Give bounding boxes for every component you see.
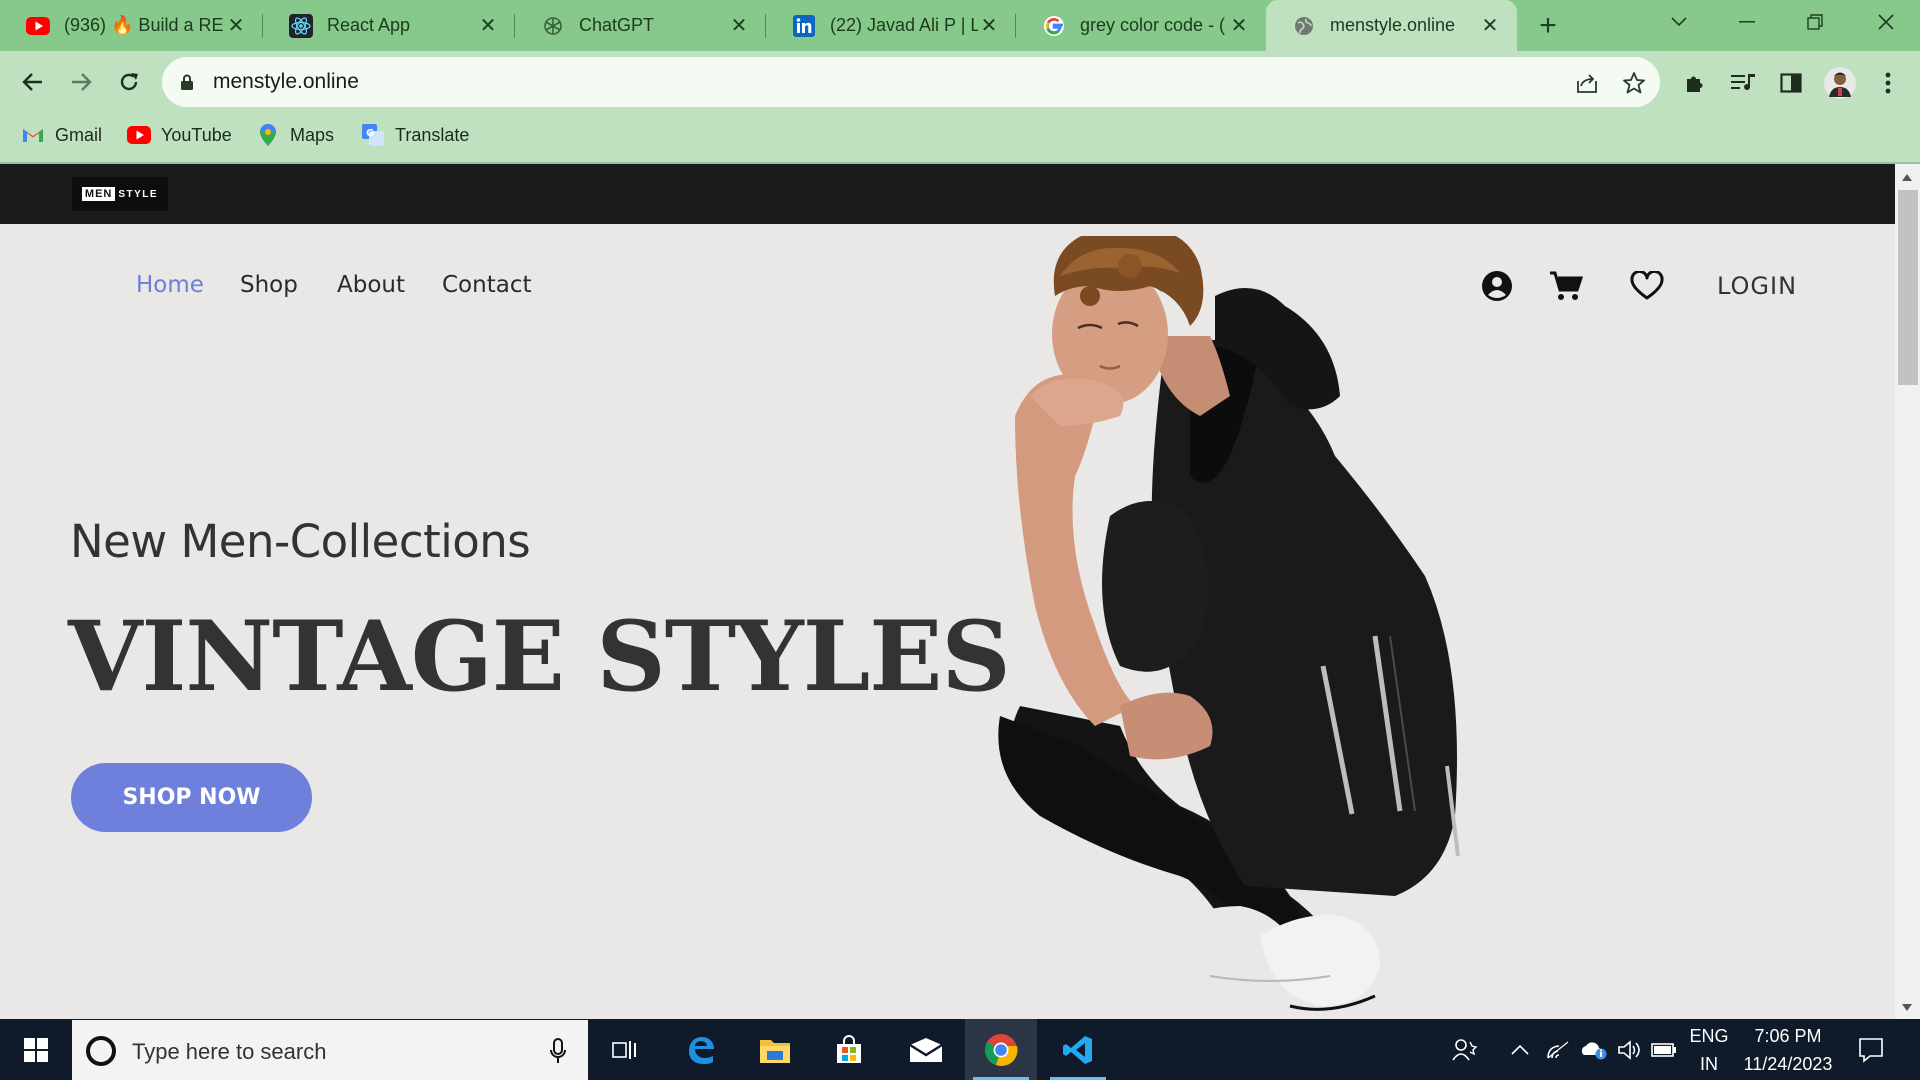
youtube-icon: [26, 14, 50, 38]
globe-icon: [1292, 14, 1316, 38]
new-tab-button[interactable]: +: [1530, 9, 1566, 43]
heart-icon[interactable]: [1627, 266, 1667, 306]
address-bar[interactable]: [162, 57, 1660, 107]
scroll-down-icon[interactable]: [1899, 1000, 1915, 1014]
microsoft-store-icon[interactable]: [813, 1019, 885, 1080]
lock-icon[interactable]: [180, 74, 194, 96]
menu-kebab-icon[interactable]: [1873, 68, 1903, 98]
forward-button[interactable]: [61, 62, 101, 102]
volume-icon[interactable]: [1616, 1036, 1644, 1064]
youtube-icon: [127, 123, 151, 147]
tab-menstyle[interactable]: menstyle.online ✕: [1266, 0, 1517, 51]
share-icon[interactable]: [1574, 70, 1600, 96]
restore-icon[interactable]: [1781, 0, 1849, 44]
login-link[interactable]: LOGIN: [1717, 272, 1797, 300]
translate-icon: G: [361, 123, 385, 147]
hero-subtitle: New Men-Collections: [70, 515, 531, 568]
notification-center-icon[interactable]: [1856, 1035, 1886, 1065]
chatgpt-icon: [541, 14, 565, 38]
taskbar-search-placeholder[interactable]: Type here to search: [132, 1039, 326, 1065]
bookmark-label: Gmail: [55, 124, 103, 145]
cortana-icon: [86, 1036, 116, 1066]
extensions-icon[interactable]: [1680, 68, 1710, 98]
reload-button[interactable]: [109, 62, 149, 102]
close-tab-icon[interactable]: ✕: [728, 15, 750, 37]
battery-icon[interactable]: [1650, 1036, 1678, 1064]
tab-linkedin[interactable]: (22) Javad Ali P | Li ✕: [766, 0, 1016, 51]
bookmark-gmail[interactable]: Gmail: [21, 121, 102, 149]
people-icon[interactable]: [1451, 1036, 1479, 1064]
bookmark-label: Maps: [290, 124, 335, 145]
wifi-icon[interactable]: [1544, 1036, 1572, 1064]
scrollbar-thumb[interactable]: [1898, 190, 1918, 385]
vscode-icon[interactable]: [1042, 1019, 1114, 1080]
close-tab-icon[interactable]: ✕: [477, 15, 499, 37]
bookmark-label: YouTube: [161, 124, 232, 145]
scroll-up-icon[interactable]: [1899, 170, 1915, 184]
file-explorer-icon[interactable]: [739, 1019, 811, 1080]
close-tab-icon[interactable]: ✕: [1479, 15, 1501, 37]
close-tab-icon[interactable]: ✕: [225, 15, 247, 37]
clock-date[interactable]: 11/24/2023: [1736, 1054, 1840, 1075]
google-icon: [1042, 14, 1066, 38]
tab-title: (936) 🔥 Build a RE: [64, 15, 224, 35]
media-control-icon[interactable]: [1728, 68, 1758, 98]
bookmark-star-icon[interactable]: [1621, 70, 1647, 96]
back-button[interactable]: [13, 62, 53, 102]
tab-title: React App: [327, 15, 411, 35]
language-indicator-top[interactable]: ENG: [1688, 1026, 1730, 1047]
logo-men-text: MEN: [81, 187, 116, 201]
tab-react-app[interactable]: React App ✕: [263, 0, 515, 51]
tab-title: grey color code - (: [1080, 15, 1226, 35]
microphone-icon[interactable]: [546, 1036, 570, 1066]
maps-icon: [256, 123, 280, 147]
profile-avatar[interactable]: [1823, 66, 1857, 100]
svg-text:G: G: [366, 128, 374, 139]
tab-search-icon[interactable]: [1645, 0, 1713, 44]
close-window-icon[interactable]: [1852, 0, 1920, 44]
site-logo[interactable]: MEN STYLE: [72, 177, 168, 211]
show-hidden-icons-chevron-icon[interactable]: [1506, 1036, 1534, 1064]
mail-icon[interactable]: [890, 1019, 962, 1080]
tab-chatgpt[interactable]: ChatGPT ✕: [515, 0, 766, 51]
nav-about[interactable]: About: [337, 272, 405, 298]
tab-title: menstyle.online: [1330, 15, 1456, 35]
bookmark-translate[interactable]: G Translate: [361, 121, 469, 149]
side-panel-icon[interactable]: [1776, 68, 1806, 98]
clock-time[interactable]: 7:06 PM: [1740, 1026, 1836, 1047]
nav-contact[interactable]: Contact: [442, 272, 531, 298]
language-indicator-bottom[interactable]: IN: [1688, 1054, 1730, 1075]
tab-title: ChatGPT: [579, 15, 655, 35]
bookmark-maps[interactable]: Maps: [256, 121, 334, 149]
windows-start-icon[interactable]: [0, 1019, 72, 1080]
account-icon[interactable]: [1477, 266, 1517, 306]
url-text[interactable]: menstyle.online: [213, 70, 359, 94]
react-icon: [289, 13, 313, 38]
close-tab-icon[interactable]: ✕: [1228, 15, 1250, 37]
tab-google-search[interactable]: grey color code - ( ✕: [1016, 0, 1266, 51]
edge-icon[interactable]: [665, 1019, 737, 1080]
nav-shop[interactable]: Shop: [240, 272, 298, 298]
gmail-icon: [21, 123, 45, 147]
tab-title: (22) Javad Ali P | Li: [830, 15, 978, 35]
nav-home[interactable]: Home: [136, 272, 204, 298]
hero-model-image: [998, 236, 1460, 1011]
logo-style-text: STYLE: [118, 188, 159, 200]
tab-youtube[interactable]: (936) 🔥 Build a RE ✕: [0, 0, 263, 51]
minimize-icon[interactable]: [1713, 0, 1781, 44]
task-view-icon[interactable]: [588, 1019, 660, 1080]
onedrive-icon[interactable]: [1580, 1036, 1608, 1064]
hero-headline: VINTAGE STYLES: [68, 600, 1011, 713]
shop-now-button[interactable]: SHOP NOW: [71, 763, 312, 832]
cart-icon[interactable]: [1546, 266, 1586, 306]
bookmark-label: Translate: [395, 124, 470, 145]
bookmark-youtube[interactable]: YouTube: [127, 121, 232, 149]
linkedin-icon: [792, 14, 816, 38]
site-top-bar: [0, 164, 1895, 224]
close-tab-icon[interactable]: ✕: [978, 15, 1000, 37]
chrome-taskbar-icon[interactable]: [965, 1019, 1037, 1080]
